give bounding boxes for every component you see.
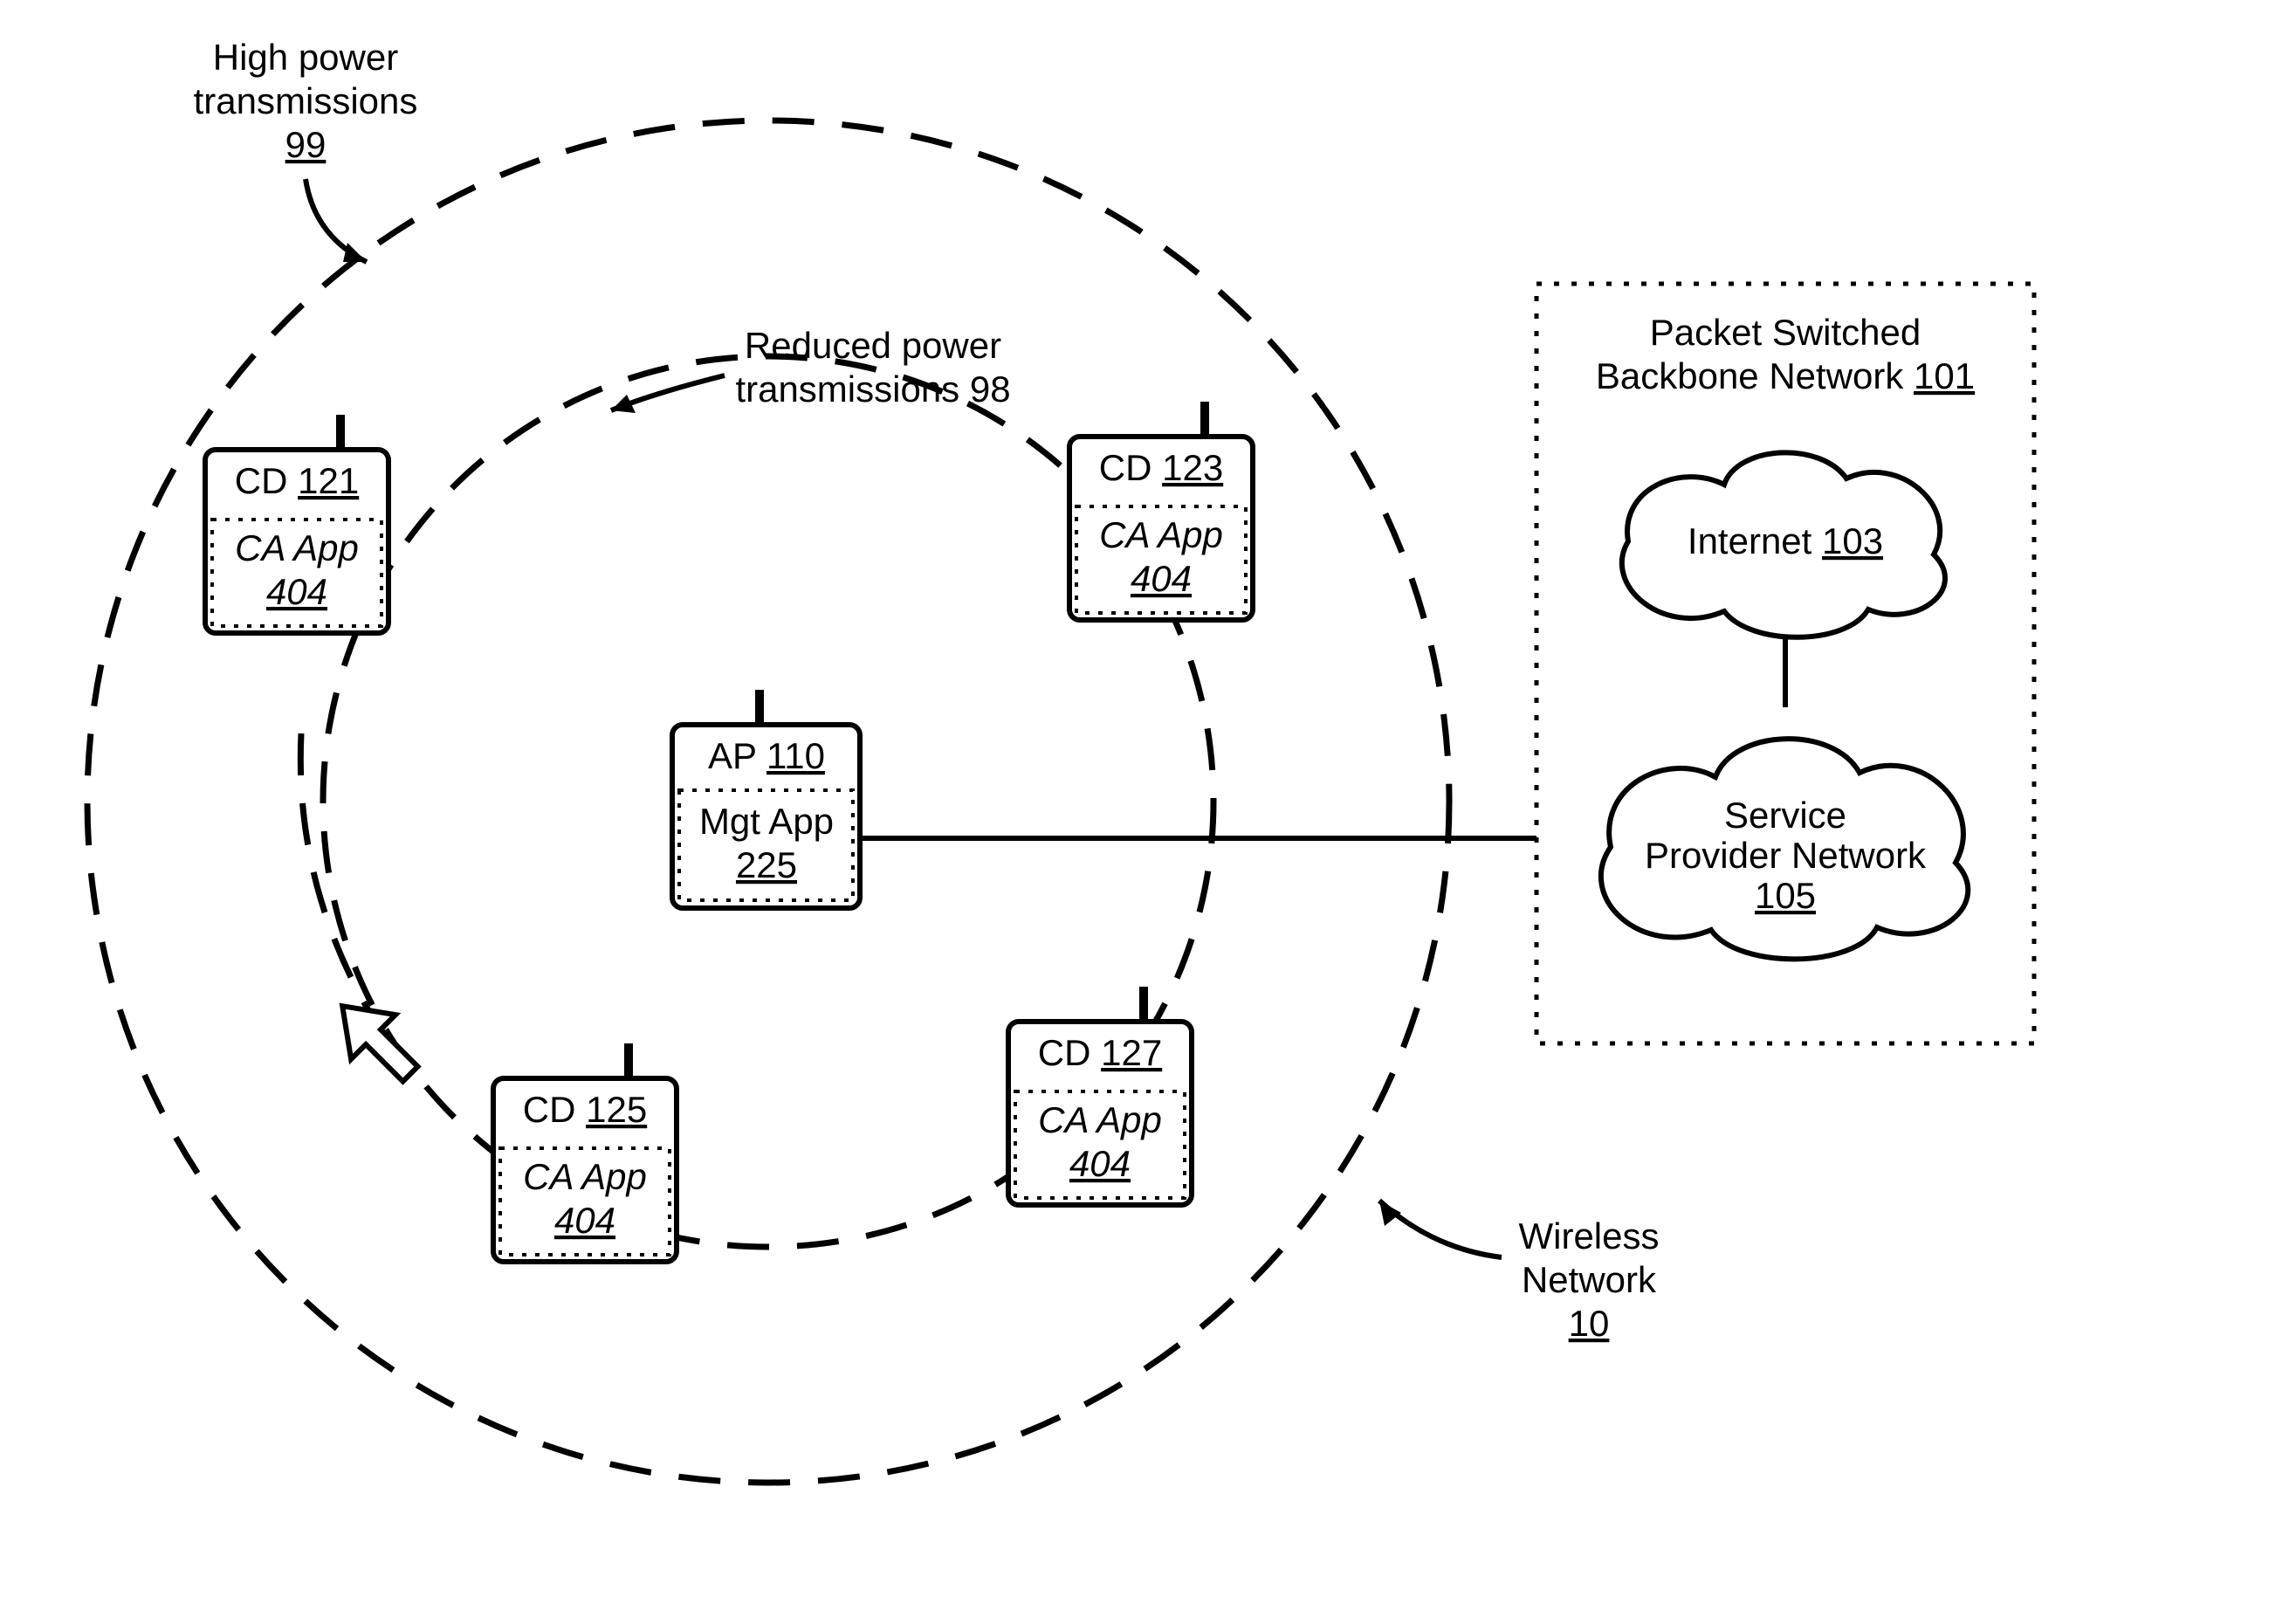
high-power-label: High power transmissions 99 [194, 37, 418, 262]
ap-label: AP 110 [708, 735, 825, 776]
cd-121: CD 121 CA App 404 [205, 415, 388, 633]
spn-cloud: Service Provider Network 105 [1601, 739, 1968, 959]
network-diagram: High power transmissions 99 Reduced powe… [0, 0, 2296, 1604]
cd-125-app: CA App [523, 1156, 647, 1197]
spn-l2: Provider Network [1645, 835, 1927, 876]
ap-mgt-l1: Mgt App [699, 801, 834, 842]
reduced-text-l2: transmissions 98 [735, 368, 1010, 410]
cd-123-app: CA App [1099, 514, 1223, 555]
cd-123: CD 123 CA App 404 [1069, 402, 1253, 620]
cd-125-label: CD 125 [523, 1089, 647, 1130]
cd-127: CD 127 CA App 404 [1008, 987, 1192, 1205]
wireless-text-l1: Wireless [1518, 1215, 1659, 1256]
cd-127-app: CA App [1038, 1099, 1162, 1140]
cd-125-app-ref: 404 [554, 1200, 615, 1241]
wireless-network-label: Wireless Network 10 [1379, 1201, 1660, 1344]
high-power-ref: 99 [285, 124, 327, 165]
high-power-text-l2: transmissions [194, 80, 418, 121]
backbone-l2: Backbone Network 101 [1596, 355, 1975, 396]
cd-121-app: CA App [235, 527, 359, 568]
wireless-text-l2: Network [1522, 1259, 1657, 1300]
high-power-text-l1: High power [213, 37, 398, 78]
wireless-ref: 10 [1569, 1303, 1610, 1344]
backbone-group: Packet Switched Backbone Network 101 Int… [1536, 284, 2034, 1043]
ap-mgt-ref: 225 [736, 844, 797, 885]
internet-cloud: Internet 103 [1622, 452, 1945, 637]
cd-127-label: CD 127 [1038, 1032, 1162, 1073]
ap-device: AP 110 Mgt App 225 [672, 690, 860, 908]
cd-123-label: CD 123 [1099, 447, 1223, 488]
reduced-power-label: Reduced power transmissions 98 [611, 325, 1011, 413]
cd-123-app-ref: 404 [1131, 558, 1192, 599]
cd-121-app-ref: 404 [266, 571, 327, 612]
cd-125: CD 125 CA App 404 [493, 1043, 677, 1262]
spn-ref: 105 [1755, 875, 1816, 916]
internet-label: Internet 103 [1688, 520, 1883, 561]
reduced-text-l1: Reduced power [745, 325, 1001, 366]
spn-l1: Service [1724, 795, 1846, 836]
cd-121-label: CD 121 [235, 460, 359, 501]
backbone-l1: Packet Switched [1650, 312, 1921, 353]
cd-127-app-ref: 404 [1069, 1143, 1131, 1184]
